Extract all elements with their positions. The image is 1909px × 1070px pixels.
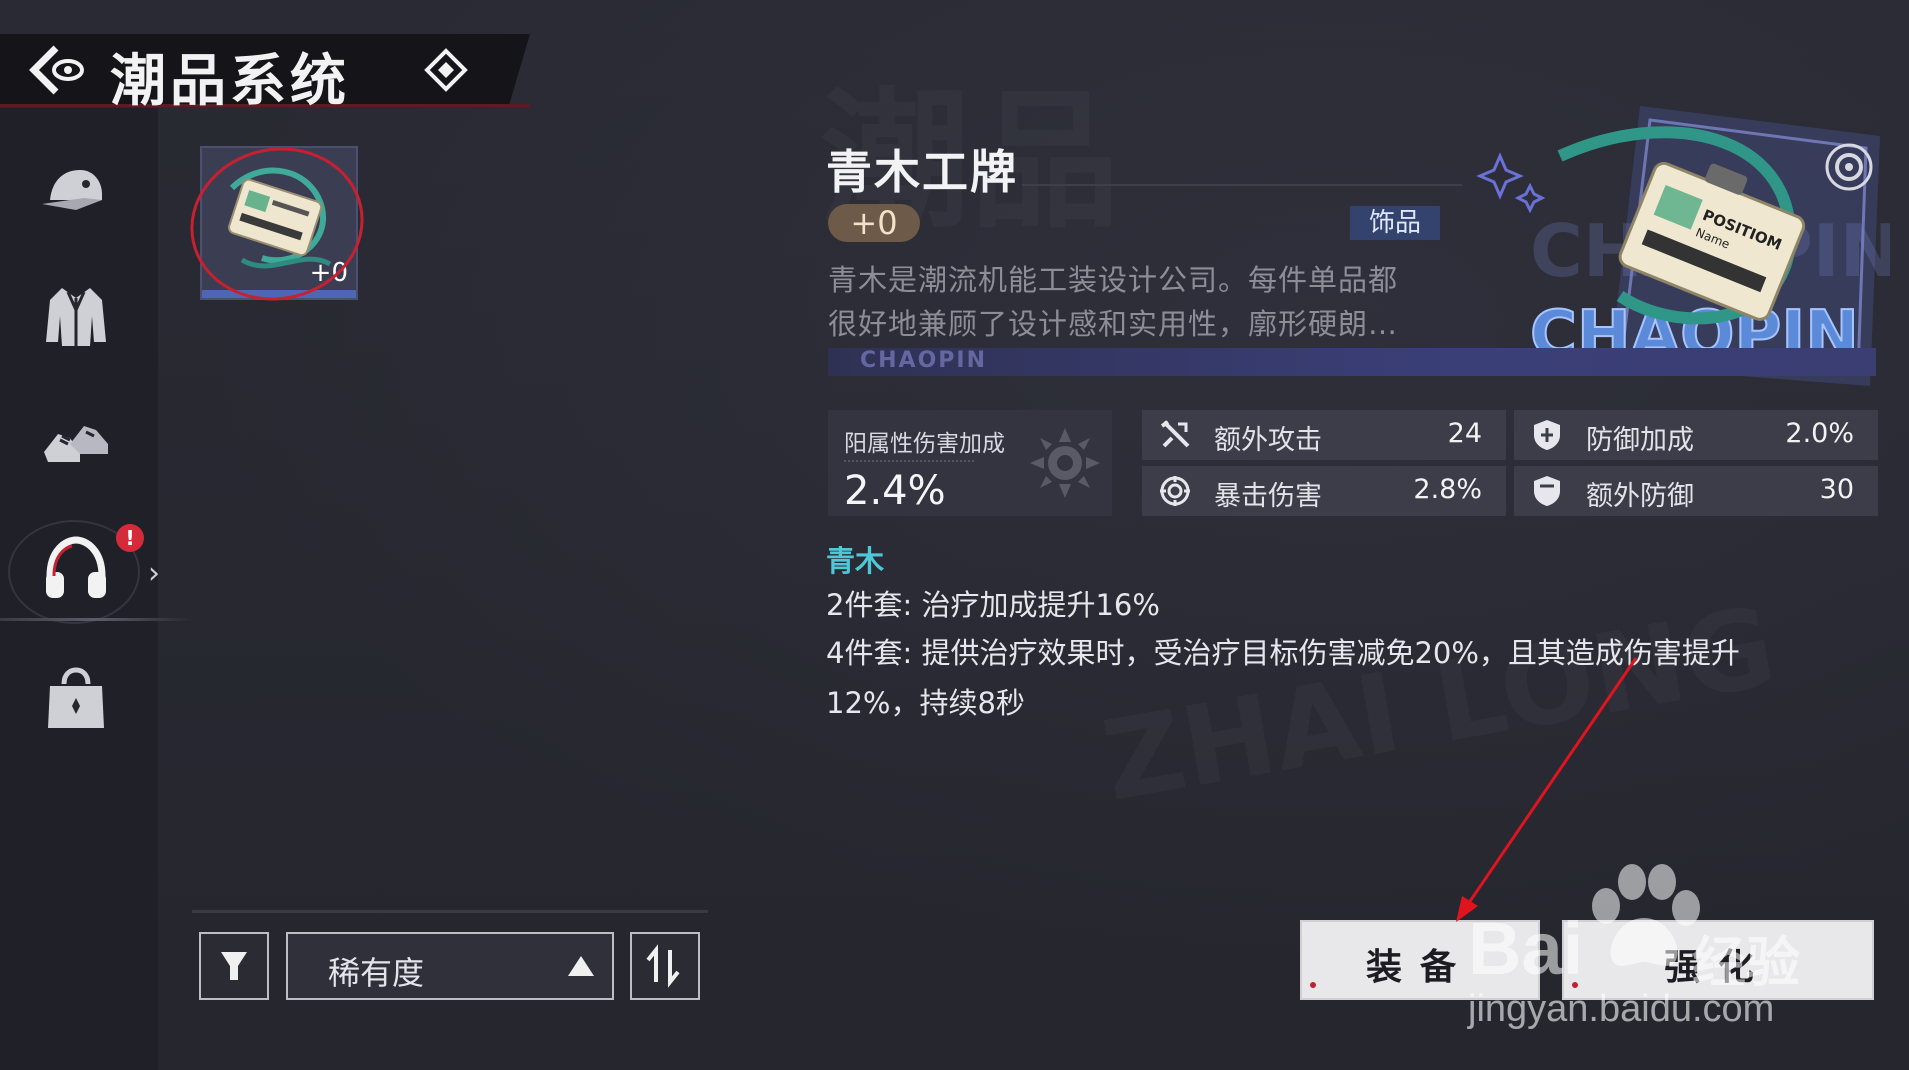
- stat-defense-bonus: 防御加成 2.0%: [1514, 410, 1878, 460]
- stat-crit-damage: 暴击伤害 2.8%: [1142, 466, 1506, 516]
- set-bonus-2: 2件套: 治疗加成提升16%: [826, 588, 1160, 622]
- set-name: 青木: [826, 544, 885, 578]
- bag-icon: [48, 667, 104, 728]
- set-bonus-4: 4件套: 提供治疗效果时，受治疗目标伤害减免20%，且其造成伤害提升: [826, 636, 1740, 670]
- lock-ring-icon[interactable]: [1824, 142, 1874, 192]
- sort-order-icon: [646, 944, 680, 988]
- item-name: 青木工牌: [826, 145, 1018, 199]
- stat-name: 暴击伤害: [1214, 481, 1322, 512]
- name-divider: [1022, 184, 1462, 186]
- back-eye-icon: [29, 45, 84, 95]
- main-stat-panel: 阳属性伤害加成 2.4%: [828, 410, 1112, 516]
- stat-value: 2.0%: [1785, 418, 1854, 449]
- banner-strip: CHAOPIN: [828, 348, 1876, 376]
- stat-extra-defense: 额外防御 30: [1514, 466, 1878, 516]
- stat-value: 24: [1447, 418, 1482, 449]
- stat-name: 额外防御: [1586, 481, 1694, 512]
- watermark-brand-suffix: 经验: [1692, 931, 1800, 994]
- stat-name: 额外攻击: [1214, 425, 1322, 456]
- sort-order-button[interactable]: [630, 932, 700, 1000]
- sun-icon: [1030, 428, 1100, 498]
- crit-target-icon: [1160, 476, 1190, 506]
- sword-icon: [1160, 420, 1190, 448]
- item-description: 青木是潮流机能工装设计公司。每件单品都 很好地兼顾了设计感和实用性，廓形硬朗…: [828, 258, 1448, 346]
- jacket-icon: [46, 288, 106, 346]
- baidu-watermark: Bai 经验 jingyan.baidu.com: [1468, 862, 1818, 1042]
- sidebar-item-accessory[interactable]: [40, 532, 112, 604]
- stat-extra-attack: 额外攻击 24: [1142, 410, 1506, 460]
- sort-dropdown[interactable]: 稀有度: [286, 932, 614, 1000]
- sidebar-item-shoes[interactable]: [40, 408, 112, 480]
- shield-plus-icon: [1534, 420, 1560, 450]
- sort-label: 稀有度: [328, 954, 425, 992]
- filter-button[interactable]: [199, 932, 269, 1000]
- sidebar-item-jacket[interactable]: [40, 280, 112, 352]
- sidebar-item-hat[interactable]: [40, 154, 112, 226]
- paw-logo-icon: [1592, 864, 1700, 966]
- chevron-right-icon: ›: [148, 556, 160, 591]
- sneakers-icon: [44, 426, 108, 462]
- desc-line: 青木是潮流机能工装设计公司。每件单品都: [828, 263, 1399, 297]
- sidebar-item-bag[interactable]: [40, 664, 112, 736]
- headphones-icon: [46, 536, 106, 598]
- diamond-icon[interactable]: [424, 48, 468, 92]
- filter-icon: [221, 952, 247, 980]
- dotted-divider: [844, 460, 974, 462]
- stat-value: 2.8%: [1413, 474, 1482, 505]
- cap-icon: [42, 170, 102, 210]
- watermark-url: jingyan.baidu.com: [1468, 988, 1775, 1030]
- item-type-tag: 饰品: [1350, 206, 1440, 240]
- stat-name: 防御加成: [1586, 425, 1694, 456]
- main-stat-value: 2.4%: [844, 468, 946, 514]
- enhance-level-badge: +0: [828, 204, 920, 242]
- main-stat-label: 阳属性伤害加成: [844, 431, 1005, 457]
- triangle-up-icon: [568, 956, 594, 976]
- page-title: 潮品系统: [110, 48, 350, 114]
- watermark-brand: Bai: [1468, 907, 1584, 990]
- set-bonus-4-continued: 12%，持续8秒: [826, 686, 1025, 720]
- active-underline: [0, 618, 190, 621]
- desc-line: 很好地兼顾了设计感和实用性，廓形硬朗…: [828, 307, 1399, 341]
- shield-icon: [1534, 476, 1560, 506]
- stat-value: 30: [1819, 474, 1854, 505]
- decor-dot: [1310, 982, 1316, 988]
- alert-badge: !: [116, 524, 144, 552]
- list-divider: [192, 910, 708, 913]
- banner-text: CHAOPIN: [860, 348, 988, 373]
- back-button[interactable]: [26, 44, 88, 96]
